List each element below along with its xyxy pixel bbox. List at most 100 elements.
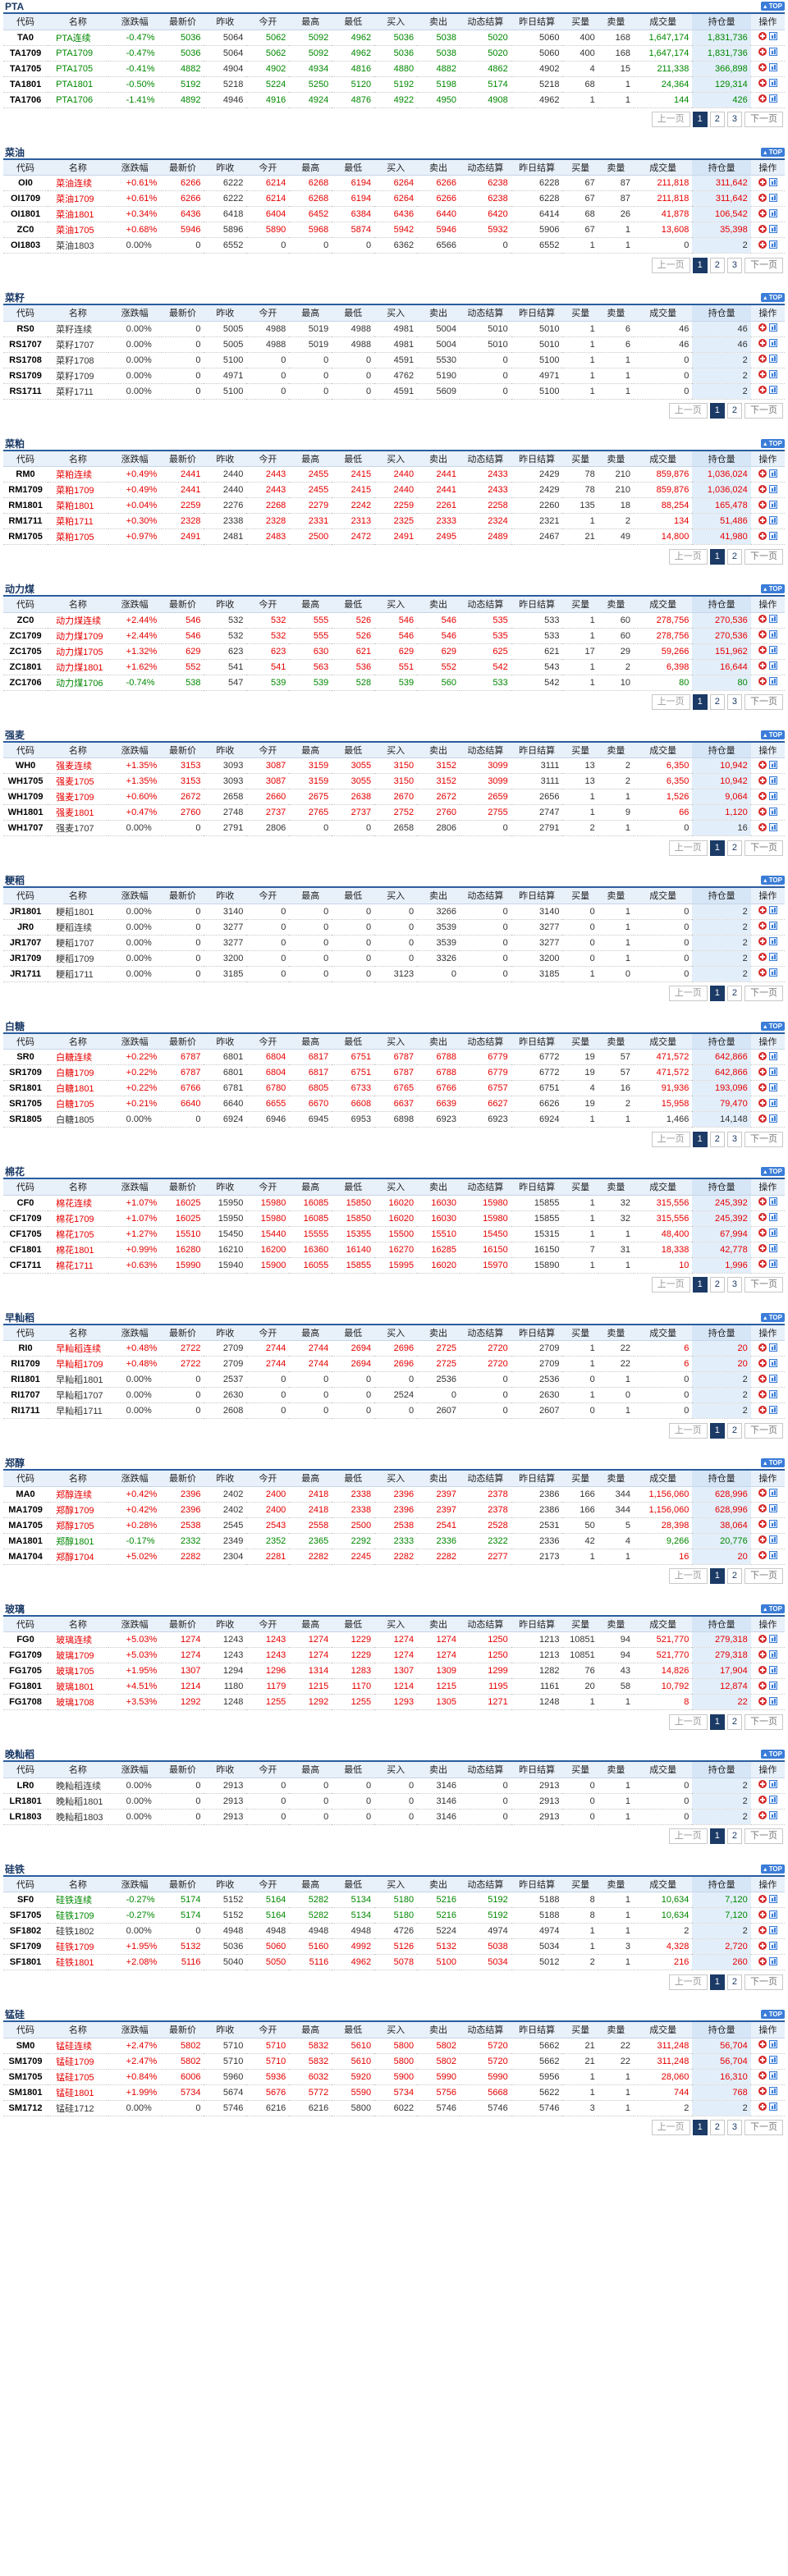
table-row[interactable]: SM1705 锰硅1705 +0.84% 6006 5960 5936 6032 5920 59… [3, 2069, 785, 2085]
cell-code[interactable]: LR0 [3, 1778, 48, 1794]
add-watchlist-icon[interactable] [758, 2102, 767, 2111]
table-row[interactable]: LR1803 晚籼稻1803 0.00% 0 2913 0 0 0 0 3146 0 2913 0 1 0 2 [3, 1809, 785, 1825]
chart-icon[interactable] [768, 1051, 777, 1060]
cell-name[interactable]: 早籼稻连续 [48, 1340, 108, 1357]
back-to-top-button[interactable]: ▲TOP [760, 1167, 785, 1176]
chart-icon[interactable] [768, 1343, 777, 1352]
add-watchlist-icon[interactable] [758, 1358, 767, 1367]
column-header-last[interactable]: 最新价 [161, 2022, 204, 2038]
column-header-prev-close[interactable]: 昨收 [204, 2022, 247, 2038]
column-header-ask-vol[interactable]: 卖量 [598, 159, 634, 176]
table-row[interactable]: SM1709 锰硅1709 +2.47% 5802 5710 5710 5832 5610 58… [3, 2053, 785, 2070]
cell-name[interactable]: 锰硅1712 [48, 2100, 108, 2116]
cell-code[interactable]: RS1707 [3, 336, 48, 353]
table-row[interactable]: RS1711 菜籽1711 0.00% 0 5100 0 0 0 4591 5609 0 5100 1 1… [3, 383, 785, 400]
chart-icon[interactable] [768, 1114, 777, 1123]
column-header-prev-settle[interactable]: 昨日结算 [511, 1616, 563, 1632]
add-watchlist-icon[interactable] [758, 1067, 767, 1076]
column-header-high[interactable]: 最高 [289, 1471, 332, 1487]
column-header-code[interactable]: 代码 [3, 1762, 48, 1778]
cell-name[interactable]: 玻璃1705 [48, 1663, 108, 1679]
cell-code[interactable]: FG1801 [3, 1678, 48, 1695]
column-header-bid-vol[interactable]: 买量 [562, 1325, 598, 1341]
cell-name[interactable]: 动力煤1706 [48, 675, 108, 691]
column-header-prev-settle[interactable]: 昨日结算 [511, 159, 563, 176]
column-header-prev-settle[interactable]: 昨日结算 [511, 1762, 563, 1778]
column-header-open[interactable]: 今开 [246, 451, 290, 467]
cell-name[interactable]: 郑醇1704 [48, 1549, 108, 1565]
next-page-button[interactable]: 下一页 [744, 1277, 783, 1293]
add-watchlist-icon[interactable] [758, 1681, 767, 1690]
column-header-actions[interactable]: 操作 [750, 1325, 785, 1341]
cell-name[interactable]: 棉花连续 [48, 1195, 108, 1211]
column-header-last[interactable]: 最新价 [161, 1471, 204, 1487]
cell-name[interactable]: 硅铁1709 [48, 1938, 108, 1955]
table-row[interactable]: WH1801 强麦1801 +0.47% 2760 2748 2737 2765 2737 27… [3, 804, 785, 821]
add-watchlist-icon[interactable] [758, 1649, 767, 1659]
cell-name[interactable]: 粳稻1711 [48, 966, 108, 982]
column-header-high[interactable]: 最高 [289, 888, 332, 904]
page-number-button[interactable]: 3 [726, 1131, 742, 1147]
cell-code[interactable]: SR1705 [3, 1096, 48, 1112]
chart-icon[interactable] [768, 484, 777, 493]
column-header-bid[interactable]: 买入 [374, 1325, 418, 1341]
cell-code[interactable]: RS1709 [3, 368, 48, 384]
cell-name[interactable]: 菜粕1801 [48, 497, 108, 514]
cell-code[interactable]: RM1709 [3, 482, 48, 498]
back-to-top-button[interactable]: ▲TOP [760, 147, 785, 157]
column-header-prev-close[interactable]: 昨收 [204, 159, 247, 176]
table-row[interactable]: FG1801 玻璃1801 +4.51% 1214 1180 1179 1215 1170 12… [3, 1678, 785, 1695]
back-to-top-button[interactable]: ▲TOP [760, 876, 785, 885]
chart-icon[interactable] [768, 646, 777, 654]
cell-code[interactable]: WH1707 [3, 820, 48, 836]
add-watchlist-icon[interactable] [758, 1229, 767, 1237]
column-header-ask-vol[interactable]: 卖量 [598, 14, 634, 30]
add-watchlist-icon[interactable] [758, 1551, 767, 1559]
column-header-bid[interactable]: 买入 [374, 1033, 418, 1050]
page-number-button[interactable]: 2 [726, 548, 742, 565]
cell-code[interactable]: MA1704 [3, 1549, 48, 1565]
column-header-prev-close[interactable]: 昨收 [204, 451, 247, 467]
cell-code[interactable]: LR1803 [3, 1809, 48, 1825]
column-header-ask-vol[interactable]: 卖量 [598, 1876, 634, 1892]
cell-name[interactable]: 粳稻1709 [48, 950, 108, 967]
column-header-code[interactable]: 代码 [3, 1033, 48, 1050]
column-header-volume[interactable]: 成交量 [634, 451, 693, 467]
prev-page-button[interactable]: 上一页 [651, 112, 690, 127]
cell-name[interactable]: PTA1705 [48, 61, 108, 77]
back-to-top-button[interactable]: ▲TOP [760, 730, 785, 739]
table-row[interactable]: JR1801 粳稻1801 0.00% 0 3140 0 0 0 0 3266 0 3140 0 1 0 2 [3, 904, 785, 920]
cell-name[interactable]: 硅铁1801 [48, 1954, 108, 1970]
cell-code[interactable]: MA1705 [3, 1517, 48, 1534]
column-header-prev-settle[interactable]: 昨日结算 [511, 742, 563, 758]
column-header-bid-vol[interactable]: 买量 [562, 451, 598, 467]
column-header-name[interactable]: 名称 [48, 451, 108, 467]
chart-icon[interactable] [768, 776, 777, 785]
chart-icon[interactable] [768, 323, 777, 332]
column-header-code[interactable]: 代码 [3, 305, 48, 322]
column-header-chg[interactable]: 涨跌幅 [108, 1762, 162, 1778]
column-header-actions[interactable]: 操作 [750, 1033, 785, 1050]
table-row[interactable]: LR0 晚籼稻连续 0.00% 0 2913 0 0 0 0 3146 0 2913 0 1 0 2 [3, 1778, 785, 1794]
page-number-button[interactable]: 1 [709, 548, 725, 565]
column-header-code[interactable]: 代码 [3, 597, 48, 613]
cell-code[interactable]: RS0 [3, 321, 48, 337]
column-header-oi[interactable]: 持仓量 [692, 1179, 751, 1196]
column-header-bid-vol[interactable]: 买量 [562, 1876, 598, 1892]
column-header-last[interactable]: 最新价 [161, 159, 204, 176]
column-header-settle[interactable]: 动态结算 [460, 742, 511, 758]
page-number-button[interactable]: 3 [726, 112, 742, 127]
column-header-open[interactable]: 今开 [246, 14, 290, 30]
back-to-top-button[interactable]: ▲TOP [760, 2010, 785, 2019]
prev-page-button[interactable]: 上一页 [668, 1714, 708, 1730]
cell-name[interactable]: 菜油1705 [48, 222, 108, 238]
cell-name[interactable]: 郑醇1709 [48, 1502, 108, 1518]
column-header-last[interactable]: 最新价 [161, 742, 204, 758]
column-header-bid-vol[interactable]: 买量 [562, 14, 598, 30]
cell-name[interactable]: 白糖1705 [48, 1096, 108, 1112]
cell-code[interactable]: JR1707 [3, 935, 48, 951]
column-header-ask-vol[interactable]: 卖量 [598, 1179, 634, 1196]
next-page-button[interactable]: 下一页 [744, 1422, 783, 1439]
chart-icon[interactable] [768, 807, 777, 816]
chart-icon[interactable] [768, 240, 777, 249]
